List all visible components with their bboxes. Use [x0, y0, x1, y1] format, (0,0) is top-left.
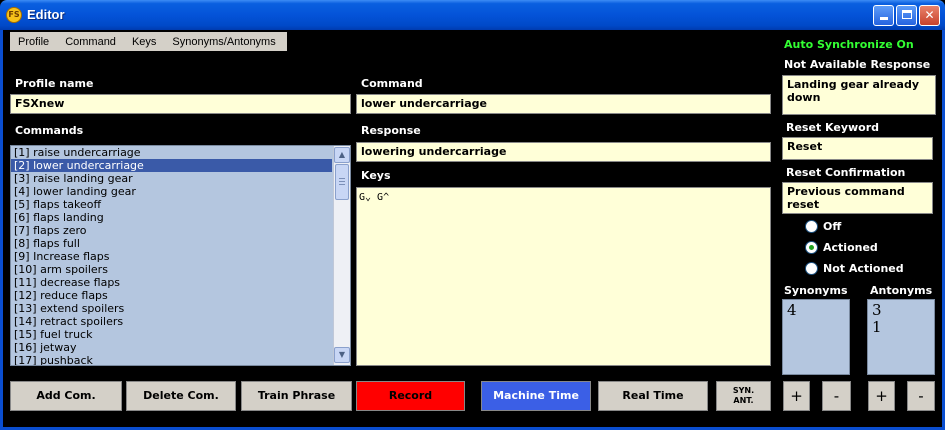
antonyms-list[interactable]: 3 1 [867, 299, 935, 375]
command-list-item[interactable]: [5] flaps takeoff [11, 198, 332, 211]
syn-ant-line1: SYN. [732, 386, 755, 395]
profile-name-field[interactable]: FSXnew [10, 94, 351, 114]
record-button[interactable]: Record [356, 381, 465, 411]
synonyms-list[interactable]: 4 [782, 299, 850, 375]
add-synonym-button[interactable]: + [783, 381, 810, 411]
reset-confirmation-field[interactable]: Previous command reset [782, 182, 933, 214]
radio-off-label: Off [823, 220, 842, 233]
title-bar[interactable]: FS Editor ✕ [0, 0, 945, 30]
response-field[interactable]: lowering undercarriage [356, 142, 771, 162]
command-list-item[interactable]: [8] flaps full [11, 237, 332, 250]
menu-command[interactable]: Command [57, 36, 124, 48]
profile-name-label: Profile name [15, 77, 94, 90]
scroll-up-icon[interactable]: ▲ [334, 147, 350, 163]
radio-not-actioned[interactable]: Not Actioned [805, 262, 904, 275]
antonyms-label: Antonyms [870, 284, 933, 297]
keys-label: Keys [361, 169, 391, 182]
command-list-item[interactable]: [16] jetway [11, 341, 332, 354]
app-icon: FS [6, 7, 22, 23]
synonyms-label: Synonyms [784, 284, 848, 297]
command-list-item[interactable]: [4] lower landing gear [11, 185, 332, 198]
delete-command-button[interactable]: Delete Com. [126, 381, 236, 411]
command-list-item[interactable]: [11] decrease flaps [11, 276, 332, 289]
not-available-response-field[interactable]: Landing gear already down [782, 75, 936, 115]
command-list-item[interactable]: [13] extend spoilers [11, 302, 332, 315]
minimize-icon [879, 17, 888, 20]
command-list-item[interactable]: [15] fuel truck [11, 328, 332, 341]
close-icon: ✕ [924, 8, 935, 22]
maximize-button[interactable] [896, 5, 917, 26]
auto-sync-status: Auto Synchronize On [784, 38, 914, 51]
menu-keys[interactable]: Keys [124, 36, 164, 48]
machine-time-button[interactable]: Machine Time [481, 381, 591, 411]
command-list-item[interactable]: [6] flaps landing [11, 211, 332, 224]
scroll-down-icon[interactable]: ▼ [334, 347, 350, 363]
train-phrase-button[interactable]: Train Phrase [241, 381, 352, 411]
radio-actioned-icon[interactable] [805, 241, 818, 254]
reset-confirmation-label: Reset Confirmation [786, 166, 906, 179]
radio-off[interactable]: Off [805, 220, 841, 233]
menu-bar: Profile Command Keys Synonyms/Antonyms [10, 32, 287, 51]
radio-off-icon[interactable] [805, 220, 818, 233]
add-command-button[interactable]: Add Com. [10, 381, 122, 411]
real-time-button[interactable]: Real Time [598, 381, 708, 411]
not-available-response-label: Not Available Response [784, 58, 931, 71]
remove-synonym-button[interactable]: - [822, 381, 851, 411]
command-field[interactable]: lower undercarriage [356, 94, 771, 114]
radio-not-actioned-icon[interactable] [805, 262, 818, 275]
commands-scrollbar[interactable]: ▲ ▼ [333, 146, 350, 365]
command-list-item[interactable]: [14] retract spoilers [11, 315, 332, 328]
command-list-item[interactable]: [2] lower undercarriage [11, 159, 332, 172]
window-frame-left [0, 30, 3, 430]
command-list-item[interactable]: [10] arm spoilers [11, 263, 332, 276]
minimize-button[interactable] [873, 5, 894, 26]
remove-antonym-button[interactable]: - [907, 381, 935, 411]
keys-field[interactable]: G⌄ G^ [356, 187, 771, 366]
synonym-item[interactable]: 4 [787, 302, 845, 319]
command-list-item[interactable]: [12] reduce flaps [11, 289, 332, 302]
command-list-item[interactable]: [1] raise undercarriage [11, 146, 332, 159]
antonym-item[interactable]: 3 [872, 302, 930, 319]
commands-list[interactable]: [1] raise undercarriage [2] lower underca… [10, 145, 351, 366]
commands-label: Commands [15, 124, 84, 137]
menu-profile[interactable]: Profile [10, 36, 57, 48]
radio-not-actioned-label: Not Actioned [823, 262, 904, 275]
close-button[interactable]: ✕ [919, 5, 940, 26]
command-list-item[interactable]: [9] Increase flaps [11, 250, 332, 263]
response-label: Response [361, 124, 421, 137]
syn-ant-button[interactable]: SYN. ANT. [716, 381, 771, 411]
radio-actioned[interactable]: Actioned [805, 241, 878, 254]
command-list-item[interactable]: [7] flaps zero [11, 224, 332, 237]
syn-ant-line2: ANT. [733, 396, 754, 405]
command-list-item[interactable]: [17] pushback [11, 354, 332, 365]
scroll-thumb[interactable] [335, 164, 349, 200]
menu-synonyms-antonyms[interactable]: Synonyms/Antonyms [164, 36, 283, 48]
add-antonym-button[interactable]: + [868, 381, 895, 411]
radio-actioned-label: Actioned [823, 241, 878, 254]
maximize-icon [901, 10, 912, 19]
command-label: Command [361, 77, 423, 90]
reset-keyword-label: Reset Keyword [786, 121, 880, 134]
reset-keyword-field[interactable]: Reset [782, 137, 933, 160]
antonym-item[interactable]: 1 [872, 319, 930, 336]
window-title: Editor [27, 7, 65, 22]
command-list-item[interactable]: [3] raise landing gear [11, 172, 332, 185]
